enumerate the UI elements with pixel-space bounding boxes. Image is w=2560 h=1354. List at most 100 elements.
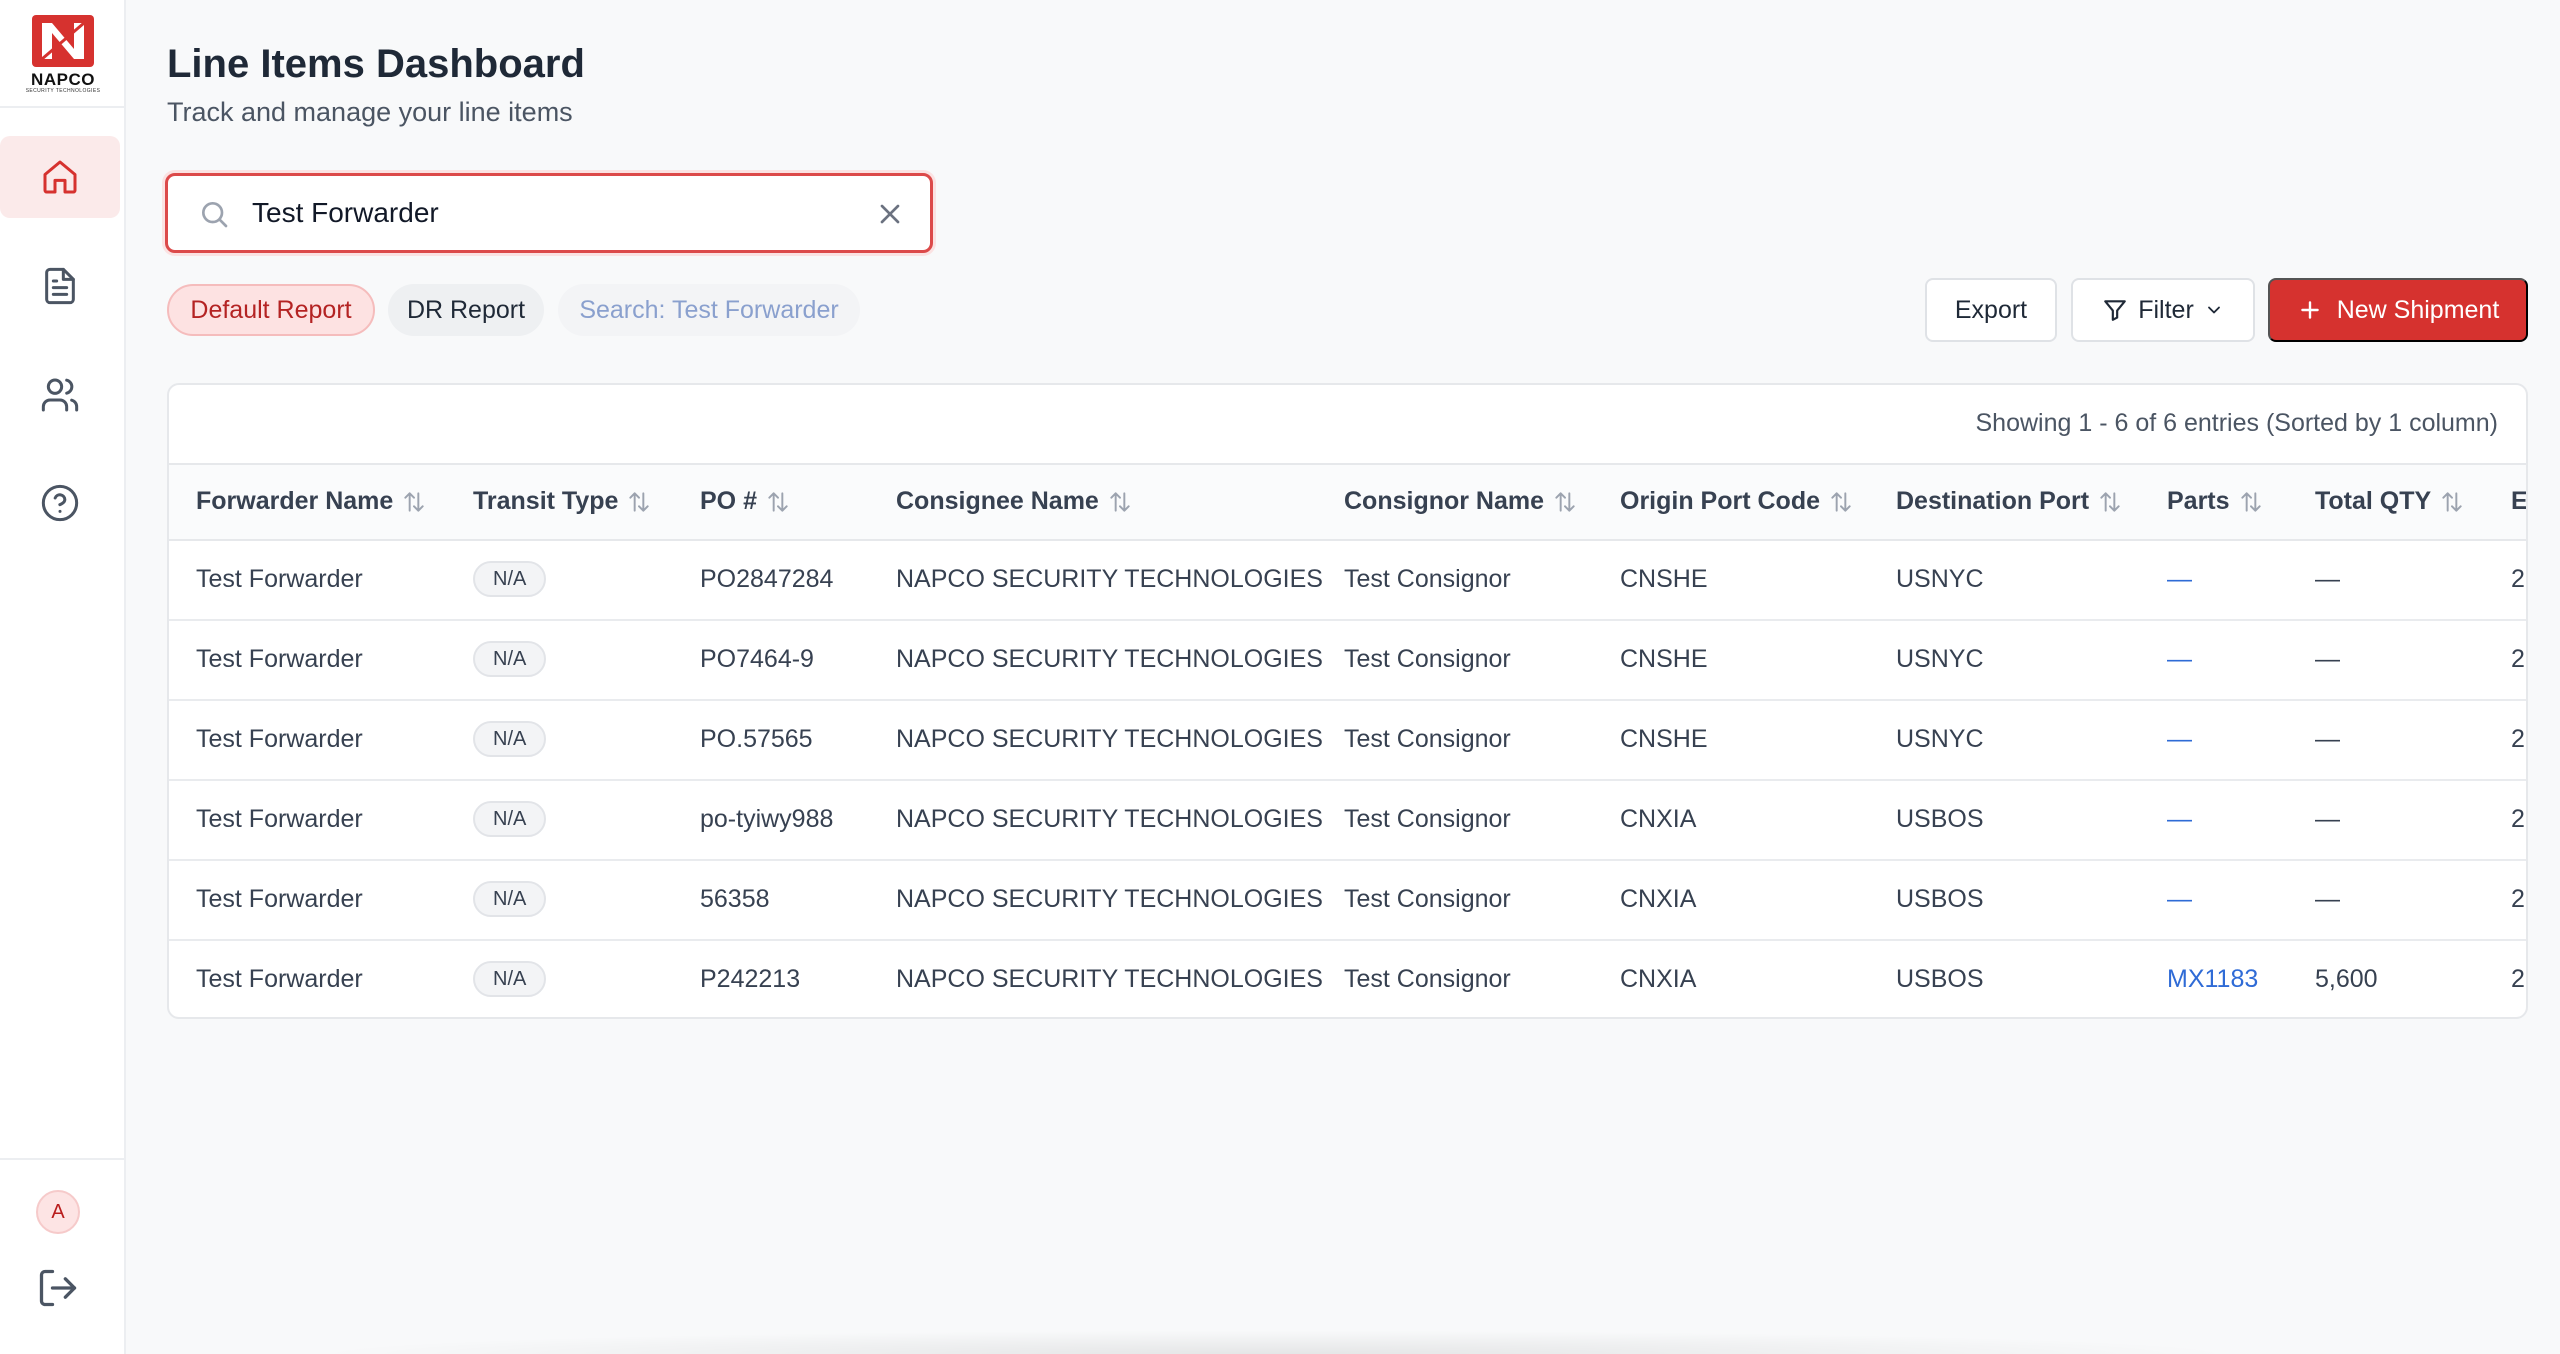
cell-origin-port-code: CNXIA [1620,965,1697,993]
cell-total-qty: — [2315,805,2340,833]
cell-destination-port: USNYC [1896,645,1984,673]
search-icon [202,202,228,228]
cell-consignor-name: Test Consignor [1344,805,1511,833]
sort-icon [629,491,650,512]
cell-consignor-name: Test Consignor [1344,885,1511,913]
close-icon[interactable] [874,198,906,230]
cell-transit-type: N/A [473,961,547,997]
table-row[interactable]: Test Forwarder N/A po-tyiwy988 NAPCO SECURI… [169,781,2526,861]
cell-origin-port-code: CNSHE [1620,645,1708,673]
home-icon [43,160,77,194]
sort-icon [2100,491,2120,512]
search-filter-chip[interactable]: Search: Test Forwarder [558,284,860,336]
column-header-consignor-name[interactable]: Consignor Name [1344,487,1578,516]
cell-total-qty: 5,600 [2315,965,2378,993]
column-header-transit-type[interactable]: Transit Type [473,487,652,516]
cell-po-number: PO.57565 [700,725,813,753]
cell-forwarder-name: Test Forwarder [196,885,363,913]
sidebar-item-help[interactable] [0,462,120,544]
cell-parts[interactable]: MX1183 [2167,965,2258,994]
cell-po-number: 56358 [700,885,770,913]
column-header-forwarder-name[interactable]: Forwarder Name [196,487,427,516]
avatar[interactable]: A [36,1190,80,1234]
column-header-label: Total QTY [2315,487,2432,515]
cell-parts[interactable]: — [2167,885,2192,914]
cell-parts[interactable]: — [2167,805,2192,834]
cell-po-number: P242213 [700,965,801,993]
cell-transit-type: N/A [473,801,547,837]
dr-report-chip[interactable]: DR Report [388,284,544,336]
cell-po-number: po-tyiwy988 [700,805,834,833]
brand-logo: NAPCO SECURITY TECHNOLOGIES [0,0,126,108]
sidebar-item-documents[interactable] [0,245,120,327]
column-header-po-number[interactable]: PO # [700,487,791,516]
cell-consignee-name: NAPCO SECURITY TECHNOLOGIES [896,725,1323,753]
cell-consignee-name: NAPCO SECURITY TECHNOLOGIES [896,885,1323,913]
new-shipment-button-label: New Shipment [2336,295,2500,324]
search-input[interactable] [252,190,832,236]
page-subtitle: Track and manage your line items [167,97,573,127]
cell-consignor-name: Test Consignor [1344,965,1511,993]
filter-button-label: Filter [2138,295,2194,324]
cell-consignor-name: Test Consignor [1344,565,1511,593]
export-button-label: Export [1954,295,2028,324]
cell-total-qty: — [2315,565,2340,593]
cell-parts[interactable]: — [2167,725,2192,754]
cell-consignee-name: NAPCO SECURITY TECHNOLOGIES [896,645,1323,673]
cell-extra: 2 [2511,965,2525,993]
filter-button[interactable]: Filter [2071,278,2255,342]
table-row[interactable]: Test Forwarder N/A PO2847284 NAPCO SECURITY… [169,541,2526,621]
column-header-total-qty[interactable]: Total QTY [2315,487,2465,516]
filter-icon [2104,300,2127,321]
table-row[interactable]: Test Forwarder N/A PO7464-9 NAPCO SECURITY … [169,621,2526,701]
cell-extra: 2 [2511,645,2525,673]
default-report-chip[interactable]: Default Report [167,284,375,336]
cell-transit-type: N/A [473,721,547,757]
new-shipment-button[interactable]: New Shipment [2268,278,2528,342]
column-header-destination-port[interactable]: Destination Port [1896,487,2123,516]
table-row[interactable]: Test Forwarder N/A PO.57565 NAPCO SECURITY … [169,701,2526,781]
cell-destination-port: USNYC [1896,565,1984,593]
cell-consignor-name: Test Consignor [1344,725,1511,753]
column-header-parts[interactable]: Parts [2167,487,2264,516]
column-header-consignee-name[interactable]: Consignee Name [896,487,1133,516]
logout-icon[interactable] [36,1266,80,1310]
cell-forwarder-name: Test Forwarder [196,725,363,753]
export-button[interactable]: Export [1925,278,2057,342]
cell-transit-type: N/A [473,641,547,677]
column-header-label: Origin Port Code [1620,487,1820,515]
column-header-label: Consignor Name [1344,487,1545,515]
column-header-label: Destination Port [1896,487,2090,515]
cell-consignee-name: NAPCO SECURITY TECHNOLOGIES [896,565,1323,593]
cell-origin-port-code: CNSHE [1620,725,1708,753]
sidebar-item-home[interactable] [0,136,120,218]
cell-origin-port-code: CNSHE [1620,565,1708,593]
cell-extra: 2 [2511,565,2525,593]
cell-parts[interactable]: — [2167,645,2192,674]
cell-consignee-name: NAPCO SECURITY TECHNOLOGIES [896,805,1323,833]
line-items-table: Showing 1 - 6 of 6 entries (Sorted by 1 … [167,383,2528,1019]
cell-po-number: PO7464-9 [700,645,814,673]
cell-origin-port-code: CNXIA [1620,805,1697,833]
cell-forwarder-name: Test Forwarder [196,565,363,593]
column-header-origin-port-code[interactable]: Origin Port Code [1620,487,1854,516]
cell-parts[interactable]: — [2167,565,2192,594]
cell-transit-type: N/A [473,561,547,597]
cell-transit-type: N/A [473,881,547,917]
table-row[interactable]: Test Forwarder N/A P242213 NAPCO SECURITY T… [169,941,2526,1017]
help-icon [41,484,79,522]
document-icon [45,267,75,305]
cell-total-qty: — [2315,645,2340,673]
sidebar-item-users[interactable] [0,354,120,436]
sort-icon [2442,491,2462,512]
table-row[interactable]: Test Forwarder N/A 56358 NAPCO SECURITY TEC… [169,861,2526,941]
sort-icon [768,491,788,512]
column-header-extra[interactable]: E [2511,487,2526,516]
sidebar-footer: A [0,1158,126,1354]
cell-consignor-name: Test Consignor [1344,645,1511,673]
column-header-label: PO # [700,487,757,515]
napco-logo-icon [32,14,94,67]
column-header-label: Transit Type [473,487,619,515]
search-box [165,173,933,253]
column-header-label: Parts [2167,487,2230,515]
